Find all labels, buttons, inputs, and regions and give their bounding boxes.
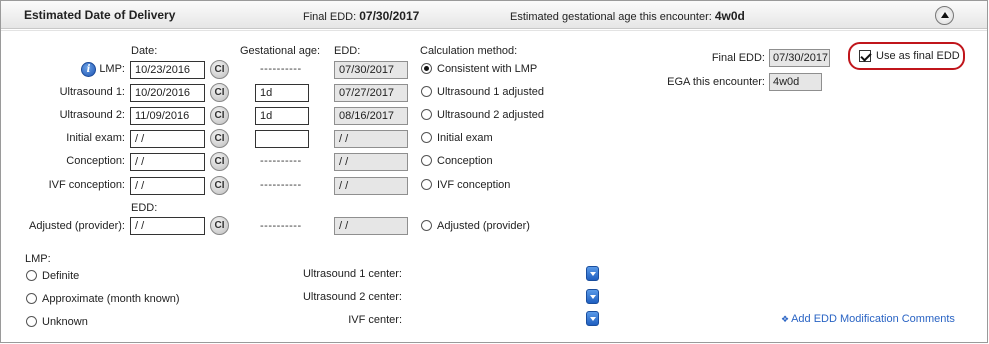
lmp-option-label: Definite <box>42 270 80 282</box>
method-label: IVF conception <box>437 179 511 191</box>
method-label: Initial exam <box>437 132 493 144</box>
panel-header: Estimated Date of Delivery Final EDD: 07… <box>1 1 987 29</box>
initial-exam-ga-input[interactable] <box>255 130 309 148</box>
column-gestational-age: Gestational age: <box>240 45 321 57</box>
radio-lmp-approximate[interactable] <box>26 293 37 304</box>
ci-button-lmp[interactable]: CI <box>210 60 229 79</box>
lmp-option-label: Approximate (month known) <box>42 293 180 305</box>
lmp-date-input[interactable]: 10/23/2016 <box>130 61 205 79</box>
divider <box>1 30 987 31</box>
summary-ega-label: EGA this encounter: <box>667 76 765 88</box>
ivf-conception-date-input[interactable]: / / <box>130 177 205 195</box>
ultrasound1-ga-input[interactable]: 1d <box>255 84 309 102</box>
summary-final-edd-label: Final EDD: <box>711 52 765 64</box>
method-label: Adjusted (provider) <box>437 220 530 232</box>
chevron-down-icon <box>589 316 596 321</box>
row-label-initial-exam: Initial exam: <box>66 132 125 144</box>
summary-final-edd: 07/30/2017 <box>769 49 830 67</box>
radio-ivf-conception[interactable] <box>421 179 432 190</box>
panel-title: Estimated Date of Delivery <box>24 8 176 22</box>
conception-date-input[interactable]: / / <box>130 153 205 171</box>
lmp-option-label: Unknown <box>42 316 88 328</box>
adjusted-edd-input[interactable]: / / <box>130 217 205 235</box>
initial-exam-date-input[interactable]: / / <box>130 130 205 148</box>
ci-button-ivf-conception[interactable]: CI <box>210 176 229 195</box>
ci-button-ultrasound2[interactable]: CI <box>210 106 229 125</box>
radio-ultrasound1-adjusted[interactable] <box>421 86 432 97</box>
adjusted-edd: / / <box>334 217 408 235</box>
add-edd-comments-link[interactable]: ❖ Add EDD Modification Comments <box>781 313 955 325</box>
initial-exam-edd: / / <box>334 130 408 148</box>
row-label-lmp: LMP: <box>99 63 125 75</box>
ci-button-adjusted[interactable]: CI <box>210 216 229 235</box>
column-date: Date: <box>131 45 158 57</box>
method-label: Ultrasound 2 adjusted <box>437 109 545 121</box>
use-final-edd-checkbox[interactable] <box>859 50 871 62</box>
ultrasound2-edd: 08/16/2017 <box>334 107 408 125</box>
radio-adjusted-provider[interactable] <box>421 220 432 231</box>
ci-button-conception[interactable]: CI <box>210 152 229 171</box>
radio-conception[interactable] <box>421 155 432 166</box>
lmp-edd: 07/30/2017 <box>334 61 408 79</box>
ivf-center-label: IVF center: <box>348 314 402 326</box>
row-label-conception: Conception: <box>66 155 125 167</box>
radio-ultrasound2-adjusted[interactable] <box>421 109 432 120</box>
chevron-down-icon <box>589 271 596 276</box>
ultrasound1-edd: 07/27/2017 <box>334 84 408 102</box>
ivf-conception-ga: ---------- <box>260 179 302 191</box>
lmp-certainty-heading: LMP: <box>25 253 51 265</box>
adjusted-ga: ---------- <box>260 220 302 232</box>
ultrasound2-center-label: Ultrasound 2 center: <box>302 291 402 303</box>
row-label-adjusted-provider: Adjusted (provider): <box>29 220 125 232</box>
radio-lmp-unknown[interactable] <box>26 316 37 327</box>
ivf-center-dropdown[interactable] <box>586 311 599 326</box>
radio-lmp-definite[interactable] <box>26 270 37 281</box>
collapse-button[interactable] <box>935 6 954 25</box>
conception-edd: / / <box>334 153 408 171</box>
ultrasound1-center-dropdown[interactable] <box>586 266 599 281</box>
method-label: Ultrasound 1 adjusted <box>437 86 545 98</box>
conception-ga: ---------- <box>260 155 302 167</box>
row-label-ivf-conception: IVF conception: <box>48 179 125 191</box>
lmp-ga: ---------- <box>260 63 302 75</box>
ultrasound1-date-input[interactable]: 10/20/2016 <box>130 84 205 102</box>
chevron-up-icon <box>940 12 949 18</box>
method-label: Conception <box>437 155 493 167</box>
ci-button-initial-exam[interactable]: CI <box>210 129 229 148</box>
ultrasound2-center-dropdown[interactable] <box>586 289 599 304</box>
ultrasound1-center-label: Ultrasound 1 center: <box>302 268 402 280</box>
header-final-edd: Final EDD: 07/30/2017 <box>303 9 420 23</box>
summary-ega: 4w0d <box>769 73 822 91</box>
diamond-icon: ❖ <box>781 314 790 324</box>
chevron-down-icon <box>589 294 596 299</box>
header-ega: Estimated gestational age this encounter… <box>510 9 745 23</box>
method-label: Consistent with LMP <box>437 63 538 75</box>
column-edd: EDD: <box>334 45 361 57</box>
radio-initial-exam[interactable] <box>421 132 432 143</box>
ultrasound2-ga-input[interactable]: 1d <box>255 107 309 125</box>
ci-button-ultrasound1[interactable]: CI <box>210 83 229 102</box>
radio-consistent-lmp[interactable] <box>421 63 432 74</box>
ivf-conception-edd: / / <box>334 177 408 195</box>
use-final-edd-label: Use as final EDD <box>876 50 960 62</box>
ultrasound2-date-input[interactable]: 11/09/2016 <box>130 107 205 125</box>
column-calculation-method: Calculation method: <box>420 45 518 57</box>
row-label-ultrasound-1: Ultrasound 1: <box>59 86 125 98</box>
row-label-ultrasound-2: Ultrasound 2: <box>59 109 125 121</box>
column-edd-adjusted: EDD: <box>131 202 158 214</box>
